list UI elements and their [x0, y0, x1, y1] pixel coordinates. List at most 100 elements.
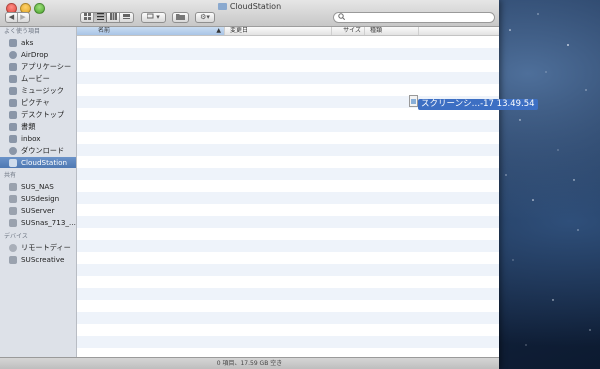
empty-row — [77, 252, 499, 264]
forward-button[interactable]: ▶ — [18, 13, 29, 22]
sidebar-item-pictures[interactable]: ピクチャ — [0, 97, 76, 108]
empty-row — [77, 204, 499, 216]
folder-action-icon — [176, 14, 185, 20]
column-view-icon — [109, 13, 117, 20]
new-folder-button[interactable] — [172, 12, 189, 23]
empty-row — [77, 228, 499, 240]
empty-row — [77, 300, 499, 312]
favorites-header: よく使う項目 — [4, 28, 41, 35]
sidebar-item-desktop[interactable]: デスクトップ — [0, 109, 76, 120]
arrange-icon — [146, 13, 154, 19]
sidebar-item-susnas-713[interactable]: SUSnas_713_... — [0, 217, 76, 228]
music-icon — [9, 87, 17, 95]
column-size-label: サイズ — [343, 27, 361, 34]
empty-row — [77, 336, 499, 348]
movies-icon — [9, 75, 17, 83]
empty-row — [77, 240, 499, 252]
pictures-icon — [9, 99, 17, 107]
window-title-area: CloudStation — [0, 1, 499, 12]
downloads-icon — [9, 147, 17, 155]
devices-header: デバイス — [4, 233, 28, 240]
column-header-row: 名前 ▲ 変更日 サイズ 種類 — [77, 27, 499, 36]
icon-view-icon — [83, 13, 91, 20]
empty-row — [77, 192, 499, 204]
empty-row — [77, 324, 499, 336]
sidebar-item-remote-disc[interactable]: リモートディー — [0, 242, 76, 253]
titlebar: CloudStation ◀ ▶ ▾ ⚙▾ — [0, 0, 499, 27]
sidebar-item-airdrop[interactable]: AirDrop — [0, 49, 76, 60]
empty-row — [77, 36, 499, 48]
empty-row — [77, 312, 499, 324]
server-icon — [9, 183, 17, 191]
empty-row — [77, 60, 499, 72]
server-icon — [9, 207, 17, 215]
sidebar-item-sus-nas[interactable]: SUS_NAS — [0, 181, 76, 192]
empty-row — [77, 288, 499, 300]
sidebar-item-aks[interactable]: aks — [0, 37, 76, 48]
icon-view-button[interactable] — [81, 13, 94, 22]
applications-icon — [9, 63, 17, 71]
empty-row — [77, 264, 499, 276]
sidebar-item-susdesign[interactable]: SUSdesign — [0, 193, 76, 204]
status-bar: 0 項目、17.59 GB 空き — [0, 357, 499, 369]
search-field[interactable] — [333, 12, 495, 23]
search-icon — [338, 13, 346, 21]
empty-row — [77, 276, 499, 288]
folder-icon — [9, 135, 17, 143]
list-view-icon — [96, 13, 104, 20]
sidebar-item-suscreative[interactable]: SUScreative — [0, 254, 76, 265]
sort-descending-icon: ▲ — [216, 27, 221, 34]
column-header-size[interactable]: サイズ — [332, 27, 365, 35]
column-header-kind[interactable]: 種類 — [367, 27, 419, 35]
empty-row — [77, 168, 499, 180]
documents-icon — [9, 123, 17, 131]
view-mode-control — [80, 12, 134, 23]
file-list[interactable]: 名前 ▲ 変更日 サイズ 種類 — [77, 27, 499, 357]
sidebar-item-downloads[interactable]: ダウンロード — [0, 145, 76, 156]
arrange-chevron-icon: ▾ — [156, 13, 160, 21]
back-button[interactable]: ◀ — [7, 13, 18, 22]
status-text: 0 項目、17.59 GB 空き — [216, 360, 283, 367]
dragged-file-label: スクリーンシ…-17 13.49.54 — [418, 99, 538, 110]
sidebar-item-inbox[interactable]: inbox — [0, 133, 76, 144]
column-modified-label: 変更日 — [230, 27, 249, 34]
column-header-modified[interactable]: 変更日 — [227, 27, 332, 35]
column-kind-label: 種類 — [370, 27, 383, 34]
column-name-label: 名前 — [98, 27, 111, 34]
action-menu-button[interactable]: ⚙▾ — [195, 12, 215, 23]
back-forward-control: ◀ ▶ — [5, 12, 30, 23]
folder-icon — [9, 159, 17, 167]
empty-row — [77, 180, 499, 192]
folder-icon — [217, 3, 227, 10]
arrange-button[interactable]: ▾ — [141, 12, 166, 23]
empty-row — [77, 84, 499, 96]
coverflow-view-icon — [123, 14, 130, 19]
drive-icon — [9, 256, 17, 264]
coverflow-view-button[interactable] — [120, 13, 133, 22]
empty-row — [77, 144, 499, 156]
window-title: CloudStation — [229, 2, 282, 11]
empty-row — [77, 156, 499, 168]
airdrop-icon — [9, 51, 17, 59]
finder-window: CloudStation ◀ ▶ ▾ ⚙▾ よく使う項目 aks AirDrop… — [0, 0, 499, 369]
sidebar-item-cloudstation[interactable]: CloudStation — [0, 157, 76, 168]
column-view-button[interactable] — [107, 13, 120, 22]
empty-row — [77, 132, 499, 144]
column-header-name[interactable]: 名前 ▲ — [77, 27, 225, 35]
empty-row — [77, 216, 499, 228]
sidebar-item-applications[interactable]: アプリケーシー — [0, 61, 76, 72]
sidebar: よく使う項目 aks AirDrop アプリケーシー ムービー ミュージック ピ… — [0, 27, 77, 357]
list-view-button[interactable] — [94, 13, 107, 22]
starfield — [505, 13, 591, 346]
empty-row — [77, 120, 499, 132]
shared-header: 共有 — [4, 172, 17, 179]
sidebar-item-suserver[interactable]: SUServer — [0, 205, 76, 216]
empty-row — [77, 348, 499, 357]
home-icon — [9, 39, 17, 47]
screenshot-file-icon — [409, 95, 418, 107]
sidebar-item-music[interactable]: ミュージック — [0, 85, 76, 96]
server-icon — [9, 219, 17, 227]
sidebar-item-movies[interactable]: ムービー — [0, 73, 76, 84]
sidebar-item-documents[interactable]: 書類 — [0, 121, 76, 132]
empty-row — [77, 72, 499, 84]
